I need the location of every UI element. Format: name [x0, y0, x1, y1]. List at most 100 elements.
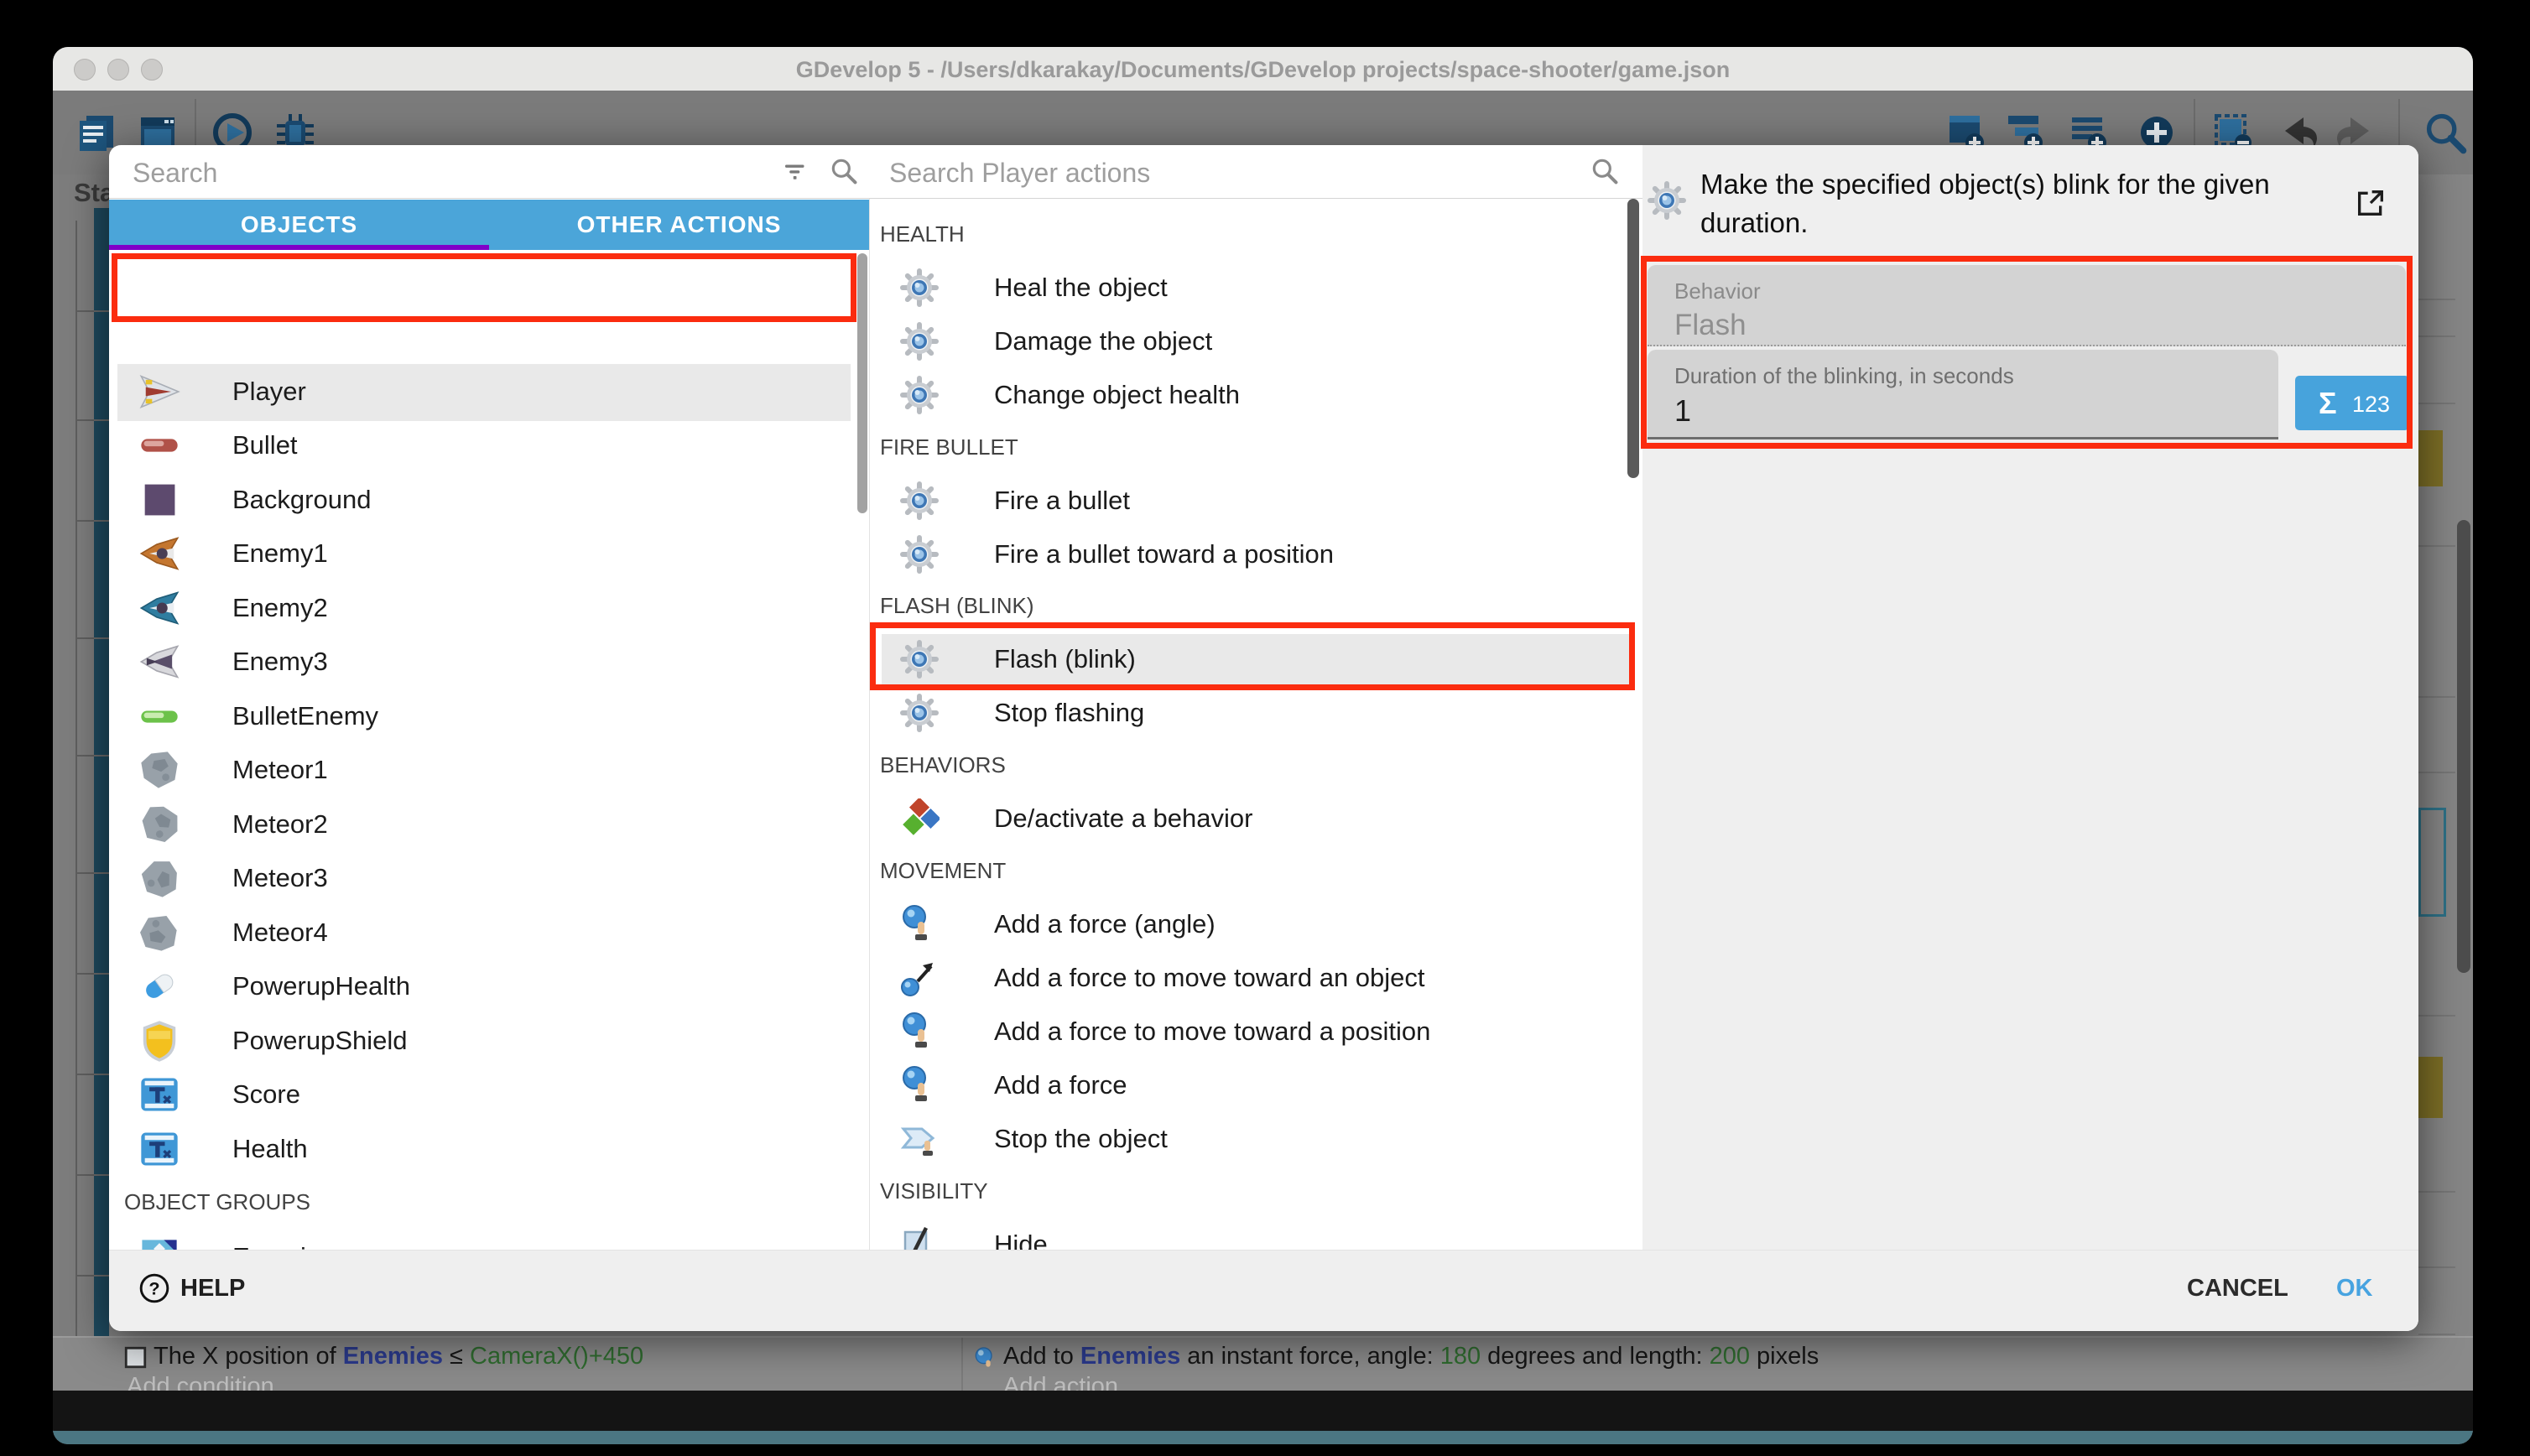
- list-item-bullet[interactable]: Bullet: [109, 419, 857, 472]
- dimmed-event-row: [2418, 1057, 2443, 1118]
- titlebar: GDevelop 5 - /Users/dkarakay/Documents/G…: [53, 47, 2473, 91]
- action-deactivate-behavior[interactable]: De/activate a behavior: [872, 792, 1619, 845]
- events-editor-left-strip: Sta: [53, 174, 109, 1336]
- pill-icon: [138, 965, 181, 1008]
- search-events-icon[interactable]: [2422, 109, 2469, 156]
- open-in-new-icon[interactable]: [2354, 186, 2387, 220]
- duration-field-label: Duration of the blinking, in seconds: [1674, 363, 2014, 389]
- action-stop-object[interactable]: Stop the object: [872, 1112, 1619, 1166]
- ok-button[interactable]: OK: [2336, 1275, 2373, 1303]
- event-condition-text: The X position of Enemies ≤ CameraX()+45…: [154, 1343, 643, 1370]
- action-force-toward-object[interactable]: Add a force to move toward an object: [872, 951, 1619, 1005]
- list-item-enemies-group[interactable]: Enemies: [109, 1230, 857, 1250]
- list-item-background[interactable]: Background: [109, 473, 857, 527]
- text-object-icon: [138, 1073, 181, 1116]
- gear-icon: [899, 534, 940, 575]
- event-indent-column: [94, 208, 109, 1336]
- object-label: BulletEnemy: [232, 701, 378, 731]
- list-item-meteor1[interactable]: Meteor1: [109, 743, 857, 797]
- bullet-icon: [138, 424, 181, 467]
- events-scrollbar[interactable]: [2457, 520, 2470, 973]
- behavior-field-label: Behavior: [1674, 278, 1761, 304]
- action-label: Damage the object: [994, 326, 1212, 356]
- force-toward-icon: [899, 958, 940, 998]
- behavior-icon: [899, 798, 940, 839]
- list-item-meteor4[interactable]: Meteor4: [109, 906, 857, 959]
- tab-objects[interactable]: OBJECTS: [109, 200, 489, 250]
- gear-icon: [899, 375, 940, 415]
- action-flash-blink[interactable]: Flash (blink): [872, 632, 1619, 686]
- enemy3-ship-icon: [138, 640, 181, 684]
- action-add-force-angle[interactable]: Add a force (angle): [872, 897, 1619, 951]
- object-label: Meteor1: [232, 755, 328, 785]
- dialog-footer: HELP CANCEL OK: [109, 1250, 2418, 1331]
- sigma-icon: Σ: [2319, 386, 2337, 421]
- list-item-bulletenemy[interactable]: BulletEnemy: [109, 689, 857, 743]
- background-event-row: The X position of Enemies ≤ CameraX()+45…: [53, 1336, 2473, 1392]
- background-square-icon: [138, 478, 181, 522]
- gear-icon: [899, 639, 940, 679]
- gear-icon: [899, 693, 940, 733]
- action-stop-flashing[interactable]: Stop flashing: [872, 686, 1619, 740]
- actions-list: HEALTH Heal the object Damage the object…: [872, 199, 1642, 1250]
- force-action-icon: [971, 1344, 998, 1371]
- list-item-meteor2[interactable]: Meteor2: [109, 798, 857, 851]
- actions-scrollbar[interactable]: [1627, 199, 1639, 478]
- actions-search-input[interactable]: [888, 152, 1545, 194]
- events-editor-bottom-bar: [53, 1431, 2473, 1444]
- tab-other-actions[interactable]: OTHER ACTIONS: [489, 200, 869, 250]
- list-item-enemy2[interactable]: Enemy2: [109, 581, 857, 635]
- action-fire-bullet[interactable]: Fire a bullet: [872, 474, 1619, 528]
- action-force-toward-position[interactable]: Add a force to move toward a position: [872, 1005, 1619, 1058]
- behavior-field[interactable]: Behavior Flash: [1648, 265, 2406, 346]
- action-label: Stop the object: [994, 1124, 1168, 1154]
- filter-icon[interactable]: [780, 156, 810, 186]
- cancel-button[interactable]: CANCEL: [2187, 1275, 2288, 1303]
- action-damage-object[interactable]: Damage the object: [872, 315, 1619, 368]
- object-label: Meteor4: [232, 918, 328, 948]
- search-icon: [828, 155, 860, 187]
- action-label: Add a force to move toward an object: [994, 963, 1425, 993]
- object-label: Health: [232, 1134, 308, 1164]
- action-label: Add a force: [994, 1070, 1127, 1100]
- dimmed-event-row: [2418, 430, 2443, 486]
- list-item-score[interactable]: Score: [109, 1068, 857, 1121]
- condition-checkbox-icon: [124, 1346, 147, 1369]
- help-icon[interactable]: [138, 1271, 171, 1305]
- object-groups-header: OBJECT GROUPS: [124, 1189, 310, 1215]
- group-icon: [138, 1235, 181, 1250]
- search-icon: [1589, 155, 1621, 187]
- action-hide[interactable]: Hide: [872, 1218, 1619, 1250]
- section-header: FLASH (BLINK): [880, 593, 1034, 619]
- object-label: Score: [232, 1079, 300, 1110]
- action-heal-object[interactable]: Heal the object: [872, 261, 1619, 315]
- list-item-enemy3[interactable]: Enemy3: [109, 635, 857, 689]
- action-change-health[interactable]: Change object health: [872, 368, 1619, 422]
- expression-editor-button[interactable]: Σ 123: [2295, 376, 2409, 430]
- help-button[interactable]: HELP: [180, 1275, 245, 1303]
- objects-scrollbar[interactable]: [857, 253, 867, 513]
- action-add-force[interactable]: Add a force: [872, 1058, 1619, 1112]
- list-item-player[interactable]: Player: [109, 365, 857, 419]
- window-title: GDevelop 5 - /Users/dkarakay/Documents/G…: [53, 57, 2473, 83]
- objects-search-input[interactable]: [131, 152, 713, 194]
- list-item-meteor3[interactable]: Meteor3: [109, 851, 857, 905]
- list-item-powerupshield[interactable]: PowerupShield: [109, 1014, 857, 1068]
- shield-icon: [138, 1019, 181, 1063]
- section-header: HEALTH: [880, 221, 965, 247]
- meteor-icon: [134, 853, 185, 903]
- list-item-health[interactable]: Health: [109, 1122, 857, 1176]
- meteor-icon: [132, 905, 188, 961]
- object-label: Enemy2: [232, 593, 328, 623]
- object-label: Enemy1: [232, 538, 328, 569]
- enemy2-ship-icon: [138, 586, 181, 630]
- choose-action-dialog: OBJECTS OTHER ACTIONS Player Bullet Back…: [109, 145, 2418, 1331]
- list-item-enemy1[interactable]: Enemy1: [109, 527, 857, 580]
- duration-field[interactable]: Duration of the blinking, in seconds 1: [1648, 350, 2278, 439]
- green-bullet-icon: [138, 694, 181, 738]
- object-label: Meteor2: [232, 809, 328, 840]
- objects-tabbar: OBJECTS OTHER ACTIONS: [109, 200, 869, 250]
- section-header: FIRE BULLET: [880, 434, 1018, 460]
- list-item-poweruphealth[interactable]: PowerupHealth: [109, 959, 857, 1013]
- action-fire-bullet-position[interactable]: Fire a bullet toward a position: [872, 528, 1619, 581]
